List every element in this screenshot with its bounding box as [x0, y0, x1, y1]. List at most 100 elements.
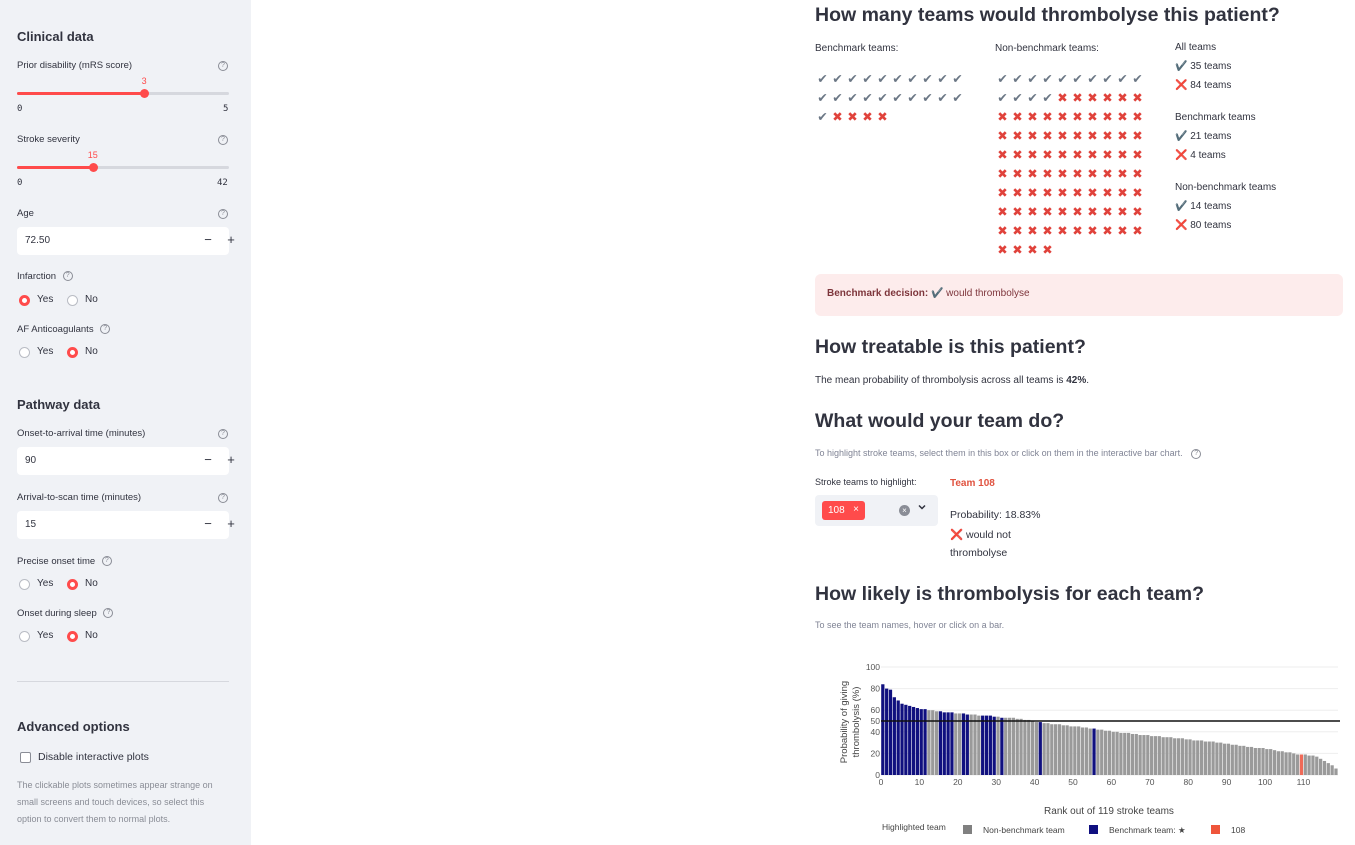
chart-bar[interactable]	[1004, 717, 1008, 775]
chart-bar[interactable]	[1226, 743, 1231, 775]
chart-bar[interactable]	[1111, 731, 1115, 775]
chart-bar[interactable]	[1192, 740, 1196, 775]
help-icon[interactable]: ?	[218, 135, 228, 145]
chart-bar[interactable]	[1050, 724, 1054, 775]
chart-bar[interactable]	[1115, 731, 1119, 775]
chart-bar[interactable]	[1265, 749, 1269, 775]
radio-dot[interactable]	[19, 295, 30, 306]
chart-bar[interactable]	[1173, 738, 1177, 775]
chart-bar[interactable]	[1318, 758, 1323, 775]
chart-bar[interactable]	[1199, 740, 1204, 775]
chart-bar[interactable]	[1330, 765, 1334, 775]
chart-bar[interactable]	[1046, 723, 1050, 775]
help-icon[interactable]: ?	[100, 324, 111, 335]
help-icon[interactable]: ?	[103, 608, 114, 619]
chart-bar[interactable]	[1030, 721, 1035, 775]
chart-bar[interactable]	[1334, 768, 1338, 775]
chart-bar[interactable]	[965, 714, 969, 775]
chart-bar[interactable]	[1084, 727, 1088, 775]
chart-bar[interactable]	[1322, 760, 1327, 775]
chart-bar[interactable]	[1157, 736, 1161, 775]
bar-chart-svg[interactable]: 020405060801000 10 20 30 40 50 60 70 80 90 100 110P…	[815, 650, 1350, 840]
chart-bar[interactable]	[1073, 726, 1077, 775]
chart-bar[interactable]	[1284, 752, 1288, 775]
radio-dot[interactable]	[67, 579, 78, 590]
age-value[interactable]: 72.50	[25, 235, 50, 246]
chart-bar[interactable]	[1242, 745, 1246, 775]
chart-bar[interactable]	[1207, 741, 1211, 775]
chart-bar[interactable]	[1234, 744, 1238, 775]
chart-bar[interactable]	[992, 716, 996, 775]
help-icon[interactable]: ?	[62, 271, 73, 282]
chart-bar[interactable]	[1326, 763, 1330, 775]
chart-bar[interactable]	[1027, 719, 1031, 775]
chart-bar[interactable]	[911, 706, 916, 775]
chart-bar[interactable]	[892, 697, 896, 775]
chart-bar[interactable]	[1299, 754, 1304, 775]
chart-bar[interactable]	[1257, 748, 1261, 775]
chart-bar[interactable]	[950, 712, 954, 775]
help-icon[interactable]: ?	[1191, 448, 1202, 459]
stroke-severity-slider[interactable]	[17, 163, 229, 172]
disable-plots-checkbox[interactable]	[20, 752, 31, 763]
chart-bar[interactable]	[1080, 727, 1085, 775]
chart-bar[interactable]	[1065, 725, 1069, 775]
radio-dot[interactable]	[19, 631, 30, 642]
chart-bar[interactable]	[996, 716, 1000, 775]
chart-bar[interactable]	[1088, 728, 1092, 775]
age-input[interactable]: 72.50 − +	[17, 227, 235, 255]
chart-bar[interactable]	[1134, 733, 1138, 775]
slider-handle[interactable]	[140, 89, 150, 98]
chart-bar[interactable]	[1000, 717, 1004, 775]
plus-icon[interactable]: +	[223, 452, 239, 467]
chart-bar[interactable]	[1019, 718, 1023, 775]
chart-bar[interactable]	[1222, 743, 1227, 775]
chart-bar[interactable]	[977, 715, 981, 775]
chart-bar[interactable]	[1169, 737, 1173, 775]
disable-plots-label[interactable]: Disable interactive plots	[38, 751, 149, 763]
chart-bar[interactable]	[888, 689, 893, 775]
minus-icon[interactable]: −	[200, 516, 216, 531]
chart-bar[interactable]	[1054, 724, 1058, 775]
chart-bar[interactable]	[1107, 730, 1112, 775]
chart-bar[interactable]	[981, 715, 985, 775]
help-icon[interactable]: ?	[218, 493, 228, 503]
slider-handle[interactable]	[88, 163, 98, 172]
chart-bar[interactable]	[915, 708, 920, 775]
chart-bar[interactable]	[973, 714, 977, 775]
chart-bar[interactable]	[1165, 737, 1169, 775]
chart-bar[interactable]	[1142, 735, 1146, 775]
chip-remove-icon[interactable]: ×	[853, 504, 859, 515]
chart-bar[interactable]	[1203, 741, 1208, 775]
chart-bar[interactable]	[1146, 735, 1150, 775]
chart-bar[interactable]	[1153, 736, 1158, 775]
radio-dot[interactable]	[67, 347, 78, 358]
chart-bar[interactable]	[908, 705, 912, 775]
help-icon[interactable]: ?	[218, 209, 228, 219]
plus-icon[interactable]: +	[223, 232, 239, 247]
chart-bar[interactable]	[1034, 722, 1039, 775]
chart-bar[interactable]	[984, 715, 989, 775]
minus-icon[interactable]: −	[200, 452, 216, 467]
chart-bar[interactable]	[1126, 732, 1131, 775]
chart-bar[interactable]	[988, 715, 992, 775]
clear-all-icon[interactable]: ×	[899, 505, 910, 516]
chart-bar[interactable]	[1038, 722, 1042, 775]
chart-bar[interactable]	[1253, 748, 1257, 775]
chart-bar[interactable]	[1261, 748, 1265, 775]
chart-bar[interactable]	[958, 713, 962, 775]
chart-bar[interactable]	[927, 710, 931, 775]
chart-bar[interactable]	[1269, 749, 1273, 775]
prior-disability-slider[interactable]	[17, 89, 229, 98]
onset-to-arrival-value[interactable]: 90	[25, 455, 36, 466]
chart-bar[interactable]	[1042, 723, 1046, 775]
chart-bar[interactable]	[1092, 728, 1096, 775]
chart-bar[interactable]	[1219, 742, 1223, 775]
chevron-down-icon[interactable]	[917, 502, 927, 515]
minus-icon[interactable]: −	[200, 232, 216, 247]
chart-bar[interactable]	[931, 710, 935, 775]
help-icon[interactable]: ?	[101, 556, 112, 567]
chart-bar[interactable]	[1103, 730, 1108, 775]
arrival-to-scan-value[interactable]: 15	[25, 519, 36, 530]
chart-bar[interactable]	[904, 704, 908, 775]
